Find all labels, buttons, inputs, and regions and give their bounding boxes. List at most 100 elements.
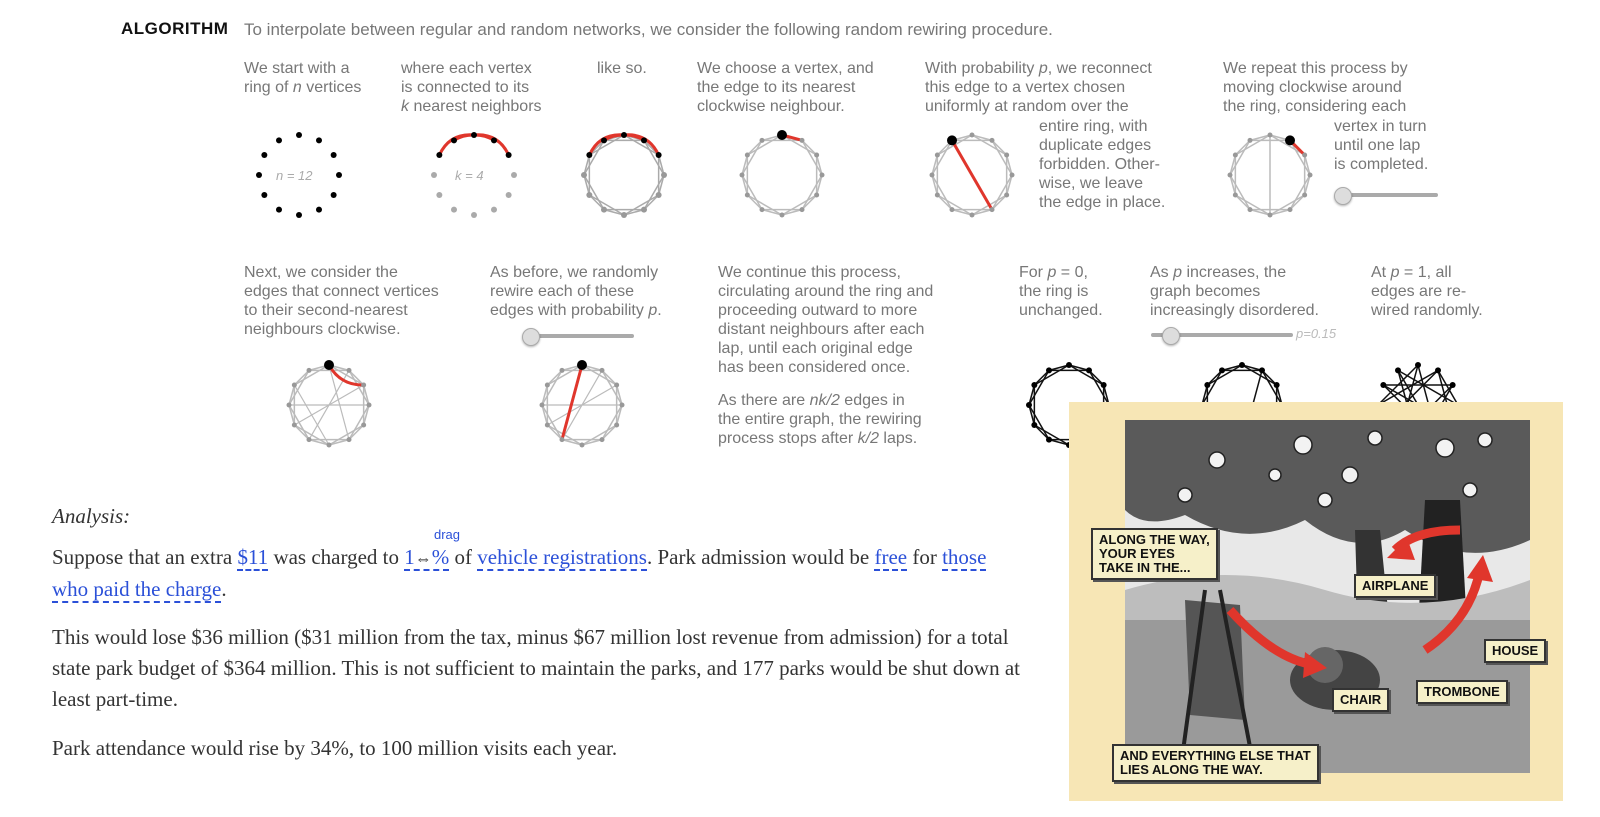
percent-draggable[interactable]: 1⇔% xyxy=(404,545,450,571)
ring-vertex xyxy=(1066,362,1072,368)
ring-vertex xyxy=(291,422,297,428)
ring-vertex xyxy=(1100,382,1107,388)
ring-vertex xyxy=(491,137,497,144)
selected-vertex xyxy=(777,130,787,140)
ring-edge xyxy=(560,364,584,441)
ring-vertex xyxy=(1307,172,1313,178)
algorithm-intro: To interpolate between regular and rando… xyxy=(244,20,1053,39)
ring-vertex xyxy=(1449,382,1456,388)
ring-vertex xyxy=(1380,382,1387,388)
ring-vertex xyxy=(1239,362,1245,368)
vehicle-registrations-link[interactable]: vehicle registrations xyxy=(477,545,647,571)
ring-edge xyxy=(950,139,994,211)
ring-diagram-regular xyxy=(581,132,667,218)
ring-edge xyxy=(293,364,330,386)
ring-vertex xyxy=(586,192,593,198)
ring-vertex xyxy=(1232,192,1238,198)
ring-vertex xyxy=(1026,402,1032,408)
lap-slider-track[interactable] xyxy=(1342,193,1438,197)
ring-vertex xyxy=(511,172,517,178)
ring-edge xyxy=(1261,369,1283,406)
step9-caption2: As there are nk/2 edges in the entire gr… xyxy=(718,392,922,447)
ring-edge xyxy=(581,424,618,446)
ring-vertex xyxy=(436,152,443,158)
ring-vertex xyxy=(599,437,605,443)
step6-caption-top: We repeat this process by moving clockwi… xyxy=(1223,60,1408,115)
rewire-slider-knob[interactable] xyxy=(522,328,540,346)
ring-edge xyxy=(1068,364,1090,372)
lap-slider-knob[interactable] xyxy=(1334,187,1352,205)
ring-vertex xyxy=(505,152,512,158)
highlighted-edge xyxy=(437,133,475,156)
ring-edge xyxy=(1201,369,1223,406)
ring-edge xyxy=(936,194,973,216)
p1-text-e: for xyxy=(907,545,943,569)
comic-label-airplane: AIRPLANE xyxy=(1354,574,1437,598)
ring-n-label: n = 12 xyxy=(276,168,313,183)
ring-vertex xyxy=(819,172,825,178)
ring-vertex xyxy=(330,192,337,198)
ring-vertex xyxy=(621,132,627,138)
ring-vertex xyxy=(661,172,667,178)
comic-label-trombone: TROMBONE xyxy=(1416,680,1508,704)
ring-edge xyxy=(1028,404,1036,426)
ring-vertex xyxy=(655,192,662,198)
ring-edge xyxy=(1028,369,1050,406)
ring-vertex xyxy=(296,132,302,138)
ring-edge xyxy=(1068,364,1105,386)
ring-vertex xyxy=(316,137,322,144)
ring-vertex xyxy=(949,207,955,213)
ring-edge xyxy=(1028,404,1050,441)
p1-text-b: was charged to xyxy=(268,545,405,569)
ring-edge xyxy=(1088,369,1110,406)
step9-caption: We continue this process, circulating ar… xyxy=(718,264,934,376)
ring-edge xyxy=(348,404,370,441)
p1-text-f: . xyxy=(221,577,227,601)
highlighted-edge xyxy=(473,133,511,156)
step5-caption-top: With probability p, we reconnect this ed… xyxy=(925,60,1152,115)
ring-edge xyxy=(541,369,563,406)
ring-vertex xyxy=(505,192,512,198)
p-slider-knob[interactable] xyxy=(1162,327,1180,345)
ring-vertex xyxy=(306,367,312,373)
ring-vertex xyxy=(471,212,477,218)
ring-edge xyxy=(741,174,749,196)
ring-vertex xyxy=(1031,422,1038,428)
rewire-slider-track[interactable] xyxy=(530,334,634,338)
charge-amount-link[interactable]: $11 xyxy=(237,545,269,571)
ring-vertex xyxy=(1435,367,1441,374)
ring-edge xyxy=(1269,194,1306,216)
ring-edge xyxy=(1249,134,1271,142)
p1-text-c: of xyxy=(449,545,478,569)
ring-edge xyxy=(1241,364,1263,372)
p-slider-value: p=0.15 xyxy=(1296,326,1337,341)
ring-edge xyxy=(1033,364,1070,386)
ring-edge xyxy=(643,174,665,211)
ring-vertex xyxy=(969,132,975,138)
p1-text-a: Suppose that an extra xyxy=(52,545,238,569)
ring-vertex xyxy=(1273,382,1280,388)
ring-edge xyxy=(741,154,749,176)
analysis-paragraph-3: Park attendance would rise by 34%, to 10… xyxy=(52,736,618,760)
selected-vertex xyxy=(947,135,957,146)
ring-vertex xyxy=(361,422,367,428)
ring-edge xyxy=(741,139,763,176)
ring-edge xyxy=(1221,364,1243,372)
ring-vertex xyxy=(544,382,550,388)
ring-edge xyxy=(541,404,549,426)
ring-vertex xyxy=(929,172,935,178)
ring-vertex xyxy=(346,367,352,373)
ring-edge xyxy=(971,134,1008,156)
ring-vertex xyxy=(1267,212,1273,218)
ring-vertex xyxy=(989,137,995,143)
comic-panel: ALONG THE WAY, YOUR EYES TAKE IN THE... … xyxy=(1069,402,1563,801)
ring-vertex xyxy=(361,382,367,388)
ring-vertex xyxy=(599,367,605,373)
ring-vertex xyxy=(1302,152,1308,158)
ring-edge xyxy=(746,194,783,216)
ring-vertex xyxy=(559,367,565,373)
ring-edge xyxy=(991,139,1013,176)
ring-vertex xyxy=(614,422,620,428)
ring-vertex xyxy=(316,206,322,213)
admission-free-link[interactable]: free xyxy=(874,545,908,571)
